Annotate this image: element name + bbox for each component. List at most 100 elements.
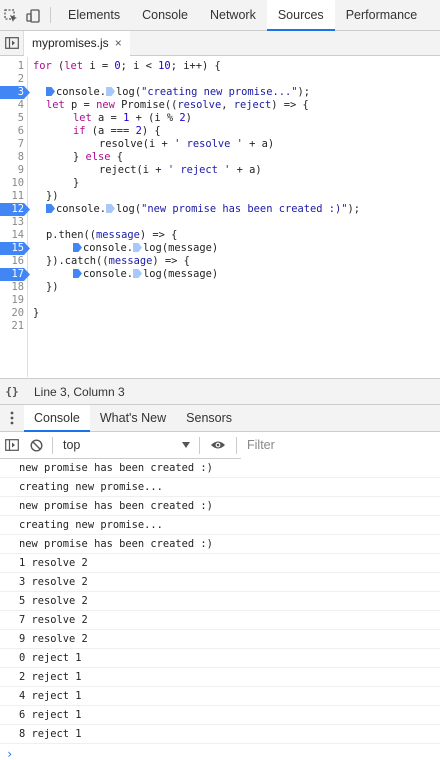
code-token: i =	[83, 60, 115, 72]
code-editor[interactable]: 1 for (let i = 0; i < 10; i++) { 2 3 con…	[0, 57, 440, 377]
drawer-tab-sensors[interactable]: Sensors	[176, 405, 242, 431]
line-number[interactable]: 8	[0, 151, 24, 164]
code-token: let	[46, 99, 65, 111]
line-number[interactable]: 1	[0, 60, 24, 73]
clear-console-icon[interactable]	[24, 432, 48, 459]
code-token: message	[108, 255, 153, 267]
tab-elements[interactable]: Elements	[57, 0, 131, 30]
code-token: }	[33, 307, 40, 319]
inline-breakpoint-icon[interactable]	[73, 243, 82, 252]
line-number[interactable]: 6	[0, 125, 24, 138]
code-token: new	[96, 99, 115, 111]
code-token: )	[185, 112, 192, 124]
code-token: ) => {	[152, 255, 190, 267]
code-token: log(message)	[143, 268, 219, 280]
line-number[interactable]: 15	[0, 242, 24, 255]
line-number[interactable]: 19	[0, 294, 24, 307]
code-token: log(	[116, 203, 142, 215]
close-icon[interactable]: ×	[115, 36, 122, 50]
code-token: a =	[91, 112, 124, 124]
console-message: 7 resolve 2	[0, 611, 440, 630]
inline-breakpoint-icon[interactable]	[73, 269, 82, 278]
code-line-breakpoint: 12 console. log("new promise has been cre…	[0, 203, 440, 216]
inspect-element-icon[interactable]	[0, 0, 22, 31]
line-number[interactable]: 20	[0, 307, 24, 320]
code-line-breakpoint: 15 console. log(message)	[0, 242, 440, 255]
code-token: + (i %	[129, 112, 180, 124]
inline-breakpoint-icon[interactable]	[46, 87, 55, 96]
console-toolbar: top	[0, 431, 440, 459]
drawer-tab-whats-new[interactable]: What's New	[90, 405, 176, 431]
code-line: 6 if (a === 2) {	[0, 125, 440, 138]
console-message: creating new promise...	[0, 516, 440, 535]
code-token: ) => {	[271, 99, 309, 111]
code-line: 7 resolve(i + ' resolve ' + a)	[0, 138, 440, 151]
line-number[interactable]: 13	[0, 216, 24, 229]
pretty-print-icon[interactable]: {}	[0, 385, 24, 398]
line-number[interactable]: 5	[0, 112, 24, 125]
inline-breakpoint-icon[interactable]	[133, 243, 143, 252]
line-number[interactable]: 4	[0, 99, 24, 112]
code-token: log(	[116, 86, 142, 98]
line-number[interactable]: 14	[0, 229, 24, 242]
line-number[interactable]: 12	[0, 203, 24, 216]
code-token: + a)	[242, 138, 275, 150]
file-tab-label: mypromises.js	[32, 36, 109, 50]
tab-performance[interactable]: Performance	[335, 0, 429, 30]
code-token: let	[73, 112, 92, 124]
code-token: {	[110, 151, 124, 163]
filter-input[interactable]	[241, 431, 440, 459]
code-line: 19	[0, 294, 440, 307]
inline-breakpoint-icon[interactable]	[106, 204, 116, 213]
navigator-toggle-icon[interactable]	[0, 31, 24, 55]
code-token: console.	[83, 268, 134, 280]
line-number[interactable]: 17	[0, 268, 24, 281]
line-number[interactable]: 3	[0, 86, 24, 99]
line-number[interactable]: 11	[0, 190, 24, 203]
tab-console[interactable]: Console	[131, 0, 199, 30]
code-line: 8 } else {	[0, 151, 440, 164]
console-prompt[interactable]: ›	[0, 744, 440, 760]
tab-network[interactable]: Network	[199, 0, 267, 30]
code-line: 4 let p = new Promise((resolve, reject) …	[0, 99, 440, 112]
tab-sources[interactable]: Sources	[266, 0, 335, 31]
device-toolbar-icon[interactable]	[22, 0, 44, 31]
console-message: 0 reject 1	[0, 649, 440, 668]
inline-breakpoint-icon[interactable]	[46, 204, 55, 213]
code-token: (	[51, 60, 65, 72]
code-token: );	[347, 203, 361, 215]
code-token: console.	[56, 86, 107, 98]
console-message: new promise has been created :)	[0, 535, 440, 554]
eye-icon[interactable]	[204, 440, 232, 450]
devtools-toolbar: Elements Console Network Sources Perform…	[0, 0, 440, 31]
more-options-icon[interactable]	[0, 405, 24, 431]
file-tab-mypromises[interactable]: mypromises.js ×	[24, 31, 130, 56]
code-token: ' resolve '	[174, 138, 243, 150]
line-number[interactable]: 2	[0, 73, 24, 86]
code-line: 2	[0, 73, 440, 86]
line-number[interactable]: 21	[0, 320, 24, 333]
line-number[interactable]: 9	[0, 164, 24, 177]
toolbar-divider	[50, 7, 51, 23]
code-token: reject(i +	[99, 164, 168, 176]
toolbar-divider	[52, 436, 53, 454]
console-message: 4 reject 1	[0, 687, 440, 706]
prompt-chevron-icon: ›	[6, 746, 14, 760]
line-number[interactable]: 7	[0, 138, 24, 151]
console-sidebar-toggle-icon[interactable]	[0, 432, 24, 459]
code-token: (a ===	[85, 125, 136, 137]
code-token: ; i++) {	[170, 60, 221, 72]
code-line: 13	[0, 216, 440, 229]
inline-breakpoint-icon[interactable]	[106, 87, 116, 96]
console-message: 1 resolve 2	[0, 554, 440, 573]
line-number[interactable]: 16	[0, 255, 24, 268]
code-line: 10 }	[0, 177, 440, 190]
context-selector[interactable]: top	[57, 435, 195, 456]
line-number[interactable]: 10	[0, 177, 24, 190]
line-number[interactable]: 18	[0, 281, 24, 294]
code-token: log(message)	[143, 242, 219, 254]
inline-breakpoint-icon[interactable]	[133, 269, 143, 278]
drawer-tab-console[interactable]: Console	[24, 405, 90, 432]
code-line: 21	[0, 320, 440, 333]
dropdown-arrow-icon	[182, 442, 190, 448]
